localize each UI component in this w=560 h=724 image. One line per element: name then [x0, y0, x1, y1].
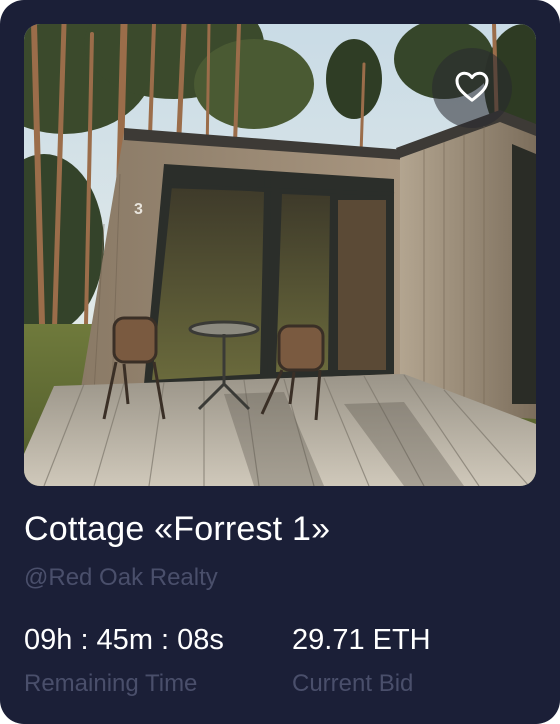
listing-title: Cottage «Forrest 1»: [24, 510, 331, 548]
favorite-button[interactable]: [432, 48, 512, 128]
current-bid-value: 29.71 ETH: [292, 624, 431, 656]
current-bid-label: Current Bid: [292, 670, 414, 697]
nft-listing-card[interactable]: 3 Cottage «Forrest 1» @Red Oak Realty 09…: [0, 0, 560, 724]
svg-text:3: 3: [134, 201, 143, 218]
remaining-time-value: 09h : 45m : 08s: [24, 624, 224, 656]
heart-icon: [454, 69, 490, 108]
owner-handle[interactable]: @Red Oak Realty: [24, 564, 218, 592]
remaining-time-label: Remaining Time: [24, 670, 198, 697]
